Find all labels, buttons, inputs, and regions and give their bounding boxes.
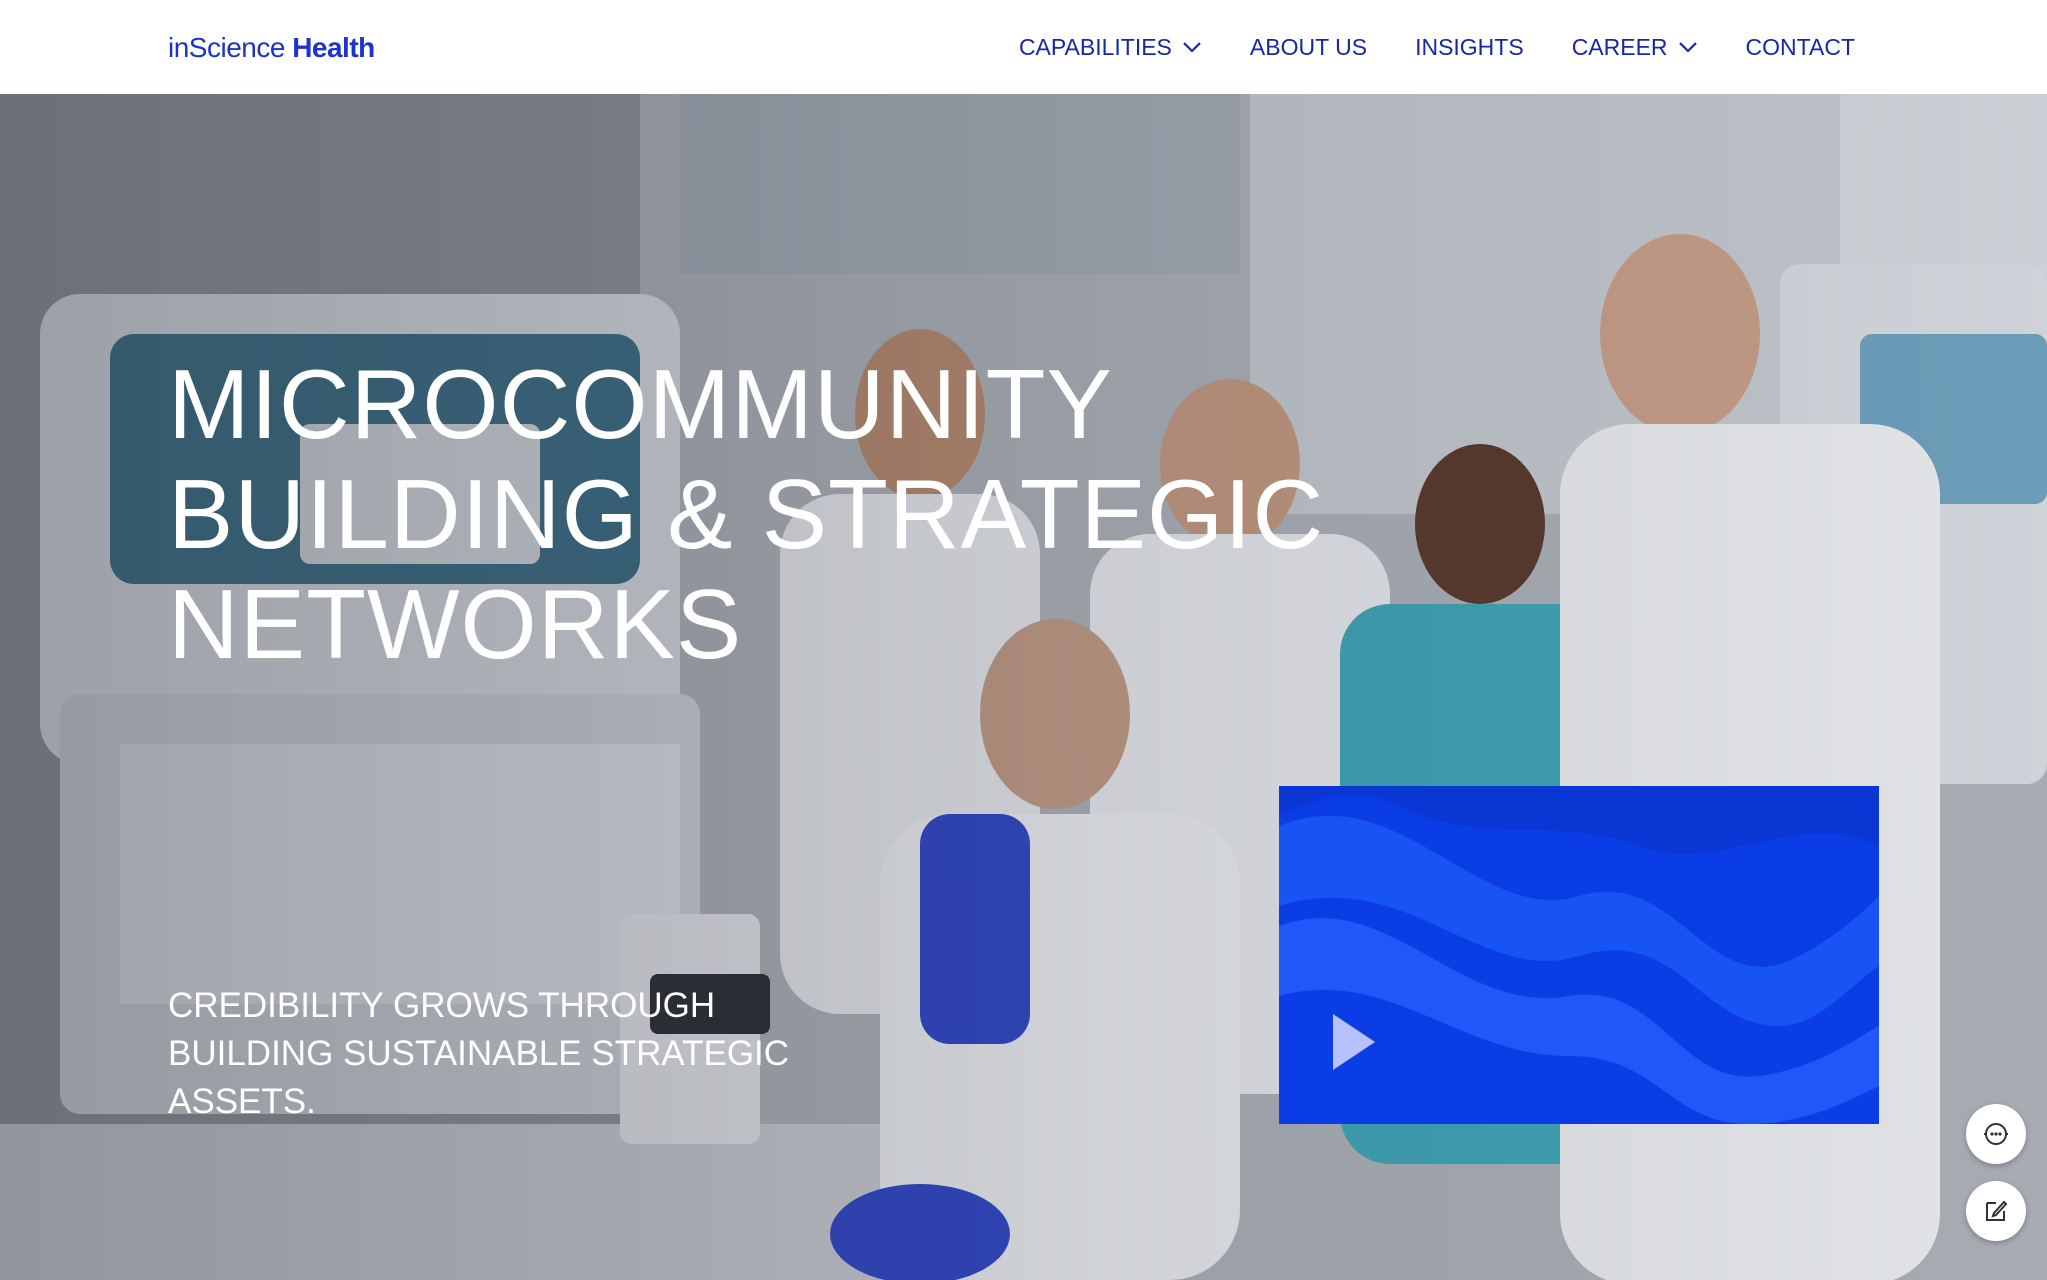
brand-logo[interactable]: inScience Health	[168, 32, 375, 64]
logo-text-light: inScience	[168, 32, 285, 63]
nav-item-about-us[interactable]: ABOUT US	[1250, 34, 1367, 61]
abstract-waves-image	[1279, 786, 1879, 1124]
hero-title-line: BUILDING & STRATEGIC	[168, 459, 1325, 569]
main-nav: CAPABILITIES ABOUT US INSIGHTS CAREER CO…	[1019, 0, 1855, 94]
nav-item-contact[interactable]: CONTACT	[1746, 34, 1855, 61]
hero-section: MICROCOMMUNITY BUILDING & STRATEGIC NETW…	[0, 94, 2047, 1280]
logo-text-bold: Health	[292, 32, 375, 63]
hero-subtitle-line: BUILDING SUSTAINABLE STRATEGIC	[168, 1034, 790, 1073]
feedback-button[interactable]	[1966, 1181, 2026, 1241]
chat-bot-button[interactable]	[1966, 1104, 2026, 1164]
nav-item-insights[interactable]: INSIGHTS	[1415, 34, 1524, 61]
hero-subtitle: CREDIBILITY GROWS THROUGH BUILDING SUSTA…	[168, 982, 868, 1126]
nav-item-career[interactable]: CAREER	[1572, 34, 1698, 61]
video-thumbnail[interactable]	[1279, 786, 1879, 1124]
site-header: inScience Health CAPABILITIES ABOUT US I…	[0, 0, 2047, 94]
hero-title: MICROCOMMUNITY BUILDING & STRATEGIC NETW…	[168, 349, 1325, 679]
nav-item-capabilities[interactable]: CAPABILITIES	[1019, 34, 1202, 61]
nav-label-insights: INSIGHTS	[1415, 33, 1524, 60]
hero-subtitle-line: ASSETS.	[168, 1082, 316, 1121]
hero-title-line: NETWORKS	[168, 569, 743, 679]
chevron-down-icon	[1678, 42, 1697, 53]
nav-label-capabilities: CAPABILITIES	[1018, 33, 1172, 60]
hero-title-line: MICROCOMMUNITY	[168, 349, 1113, 459]
chat-bot-icon	[1984, 1123, 2008, 1145]
play-icon[interactable]	[1331, 1012, 1377, 1072]
nav-label-about-us: ABOUT US	[1249, 33, 1368, 60]
chevron-down-icon	[1183, 42, 1201, 53]
nav-label-contact: CONTACT	[1745, 33, 1855, 60]
hero-subtitle-line: CREDIBILITY GROWS THROUGH	[168, 986, 716, 1025]
feedback-edit-icon	[1986, 1200, 2008, 1221]
nav-label-career: CAREER	[1571, 33, 1668, 60]
